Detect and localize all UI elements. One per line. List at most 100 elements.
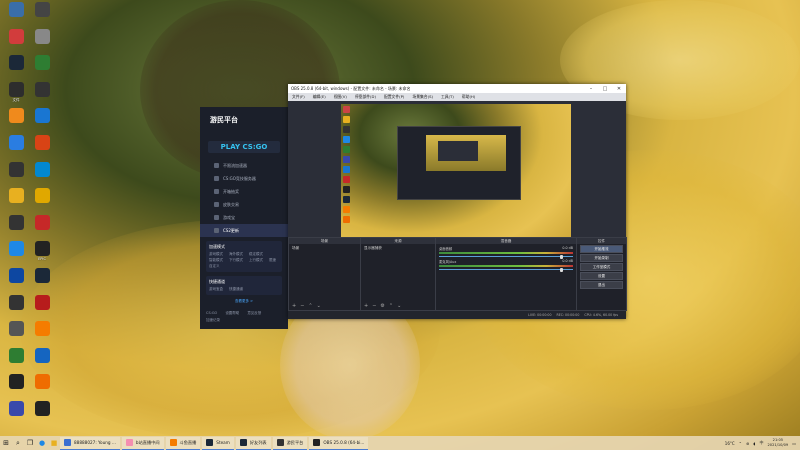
volume-icon[interactable]: ◖ xyxy=(753,441,755,446)
gear-icon[interactable]: ⚙ xyxy=(380,303,384,309)
search-icon[interactable]: ⌕ xyxy=(12,437,24,449)
card-item[interactable]: 游戏模式 xyxy=(209,252,223,257)
desktop-icon[interactable] xyxy=(4,401,28,429)
obs-menu-item[interactable]: 配置文件(P) xyxy=(380,94,408,100)
desktop-icon[interactable] xyxy=(4,108,28,136)
source-item[interactable]: 显示器捕获 xyxy=(364,246,432,251)
control-button[interactable]: 退出 xyxy=(580,281,623,289)
desktop-icon[interactable] xyxy=(30,81,54,110)
desktop-icon[interactable]: EPIC xyxy=(30,241,54,269)
volume-slider[interactable] xyxy=(439,267,573,272)
desktop-icon[interactable] xyxy=(4,161,28,190)
card-item[interactable]: 游戏宝盒 xyxy=(209,287,223,292)
control-button[interactable]: 开始录制 xyxy=(580,254,623,262)
desktop-icon[interactable] xyxy=(4,347,28,376)
control-button[interactable]: 设置 xyxy=(580,272,623,280)
desktop-icon[interactable] xyxy=(4,268,28,296)
taskbar-app-button[interactable]: 好友列表 xyxy=(235,436,271,450)
move-down-icon[interactable]: ⌄ xyxy=(397,303,401,309)
desktop-icon[interactable] xyxy=(30,55,54,83)
launcher-menu-item[interactable]: CS:GO竞技服务器 xyxy=(200,172,288,185)
move-up-icon[interactable]: ⌃ xyxy=(389,303,393,309)
desktop-icon[interactable] xyxy=(30,401,54,429)
move-up-icon[interactable]: ⌃ xyxy=(308,303,312,309)
control-button[interactable]: 工作室模式 xyxy=(580,263,623,271)
network-icon[interactable]: ⊛ xyxy=(746,441,749,446)
remove-scene-icon[interactable]: − xyxy=(300,303,304,309)
desktop-icon[interactable] xyxy=(30,188,54,216)
taskbar-app-button[interactable]: 游民平台 xyxy=(272,436,308,450)
obs-menu-item[interactable]: 停靠部件(D) xyxy=(351,94,380,100)
taskbar-app-button[interactable]: 斗鱼直播 xyxy=(165,436,201,450)
obs-preview[interactable] xyxy=(341,104,571,254)
card-item[interactable]: 稳定模式 xyxy=(249,252,263,257)
obs-titlebar[interactable]: OBS 25.0.8 (64-bit, windows) - 配置文件: 未命名… xyxy=(288,84,626,93)
desktop-icon[interactable] xyxy=(4,135,28,163)
desktop-icon[interactable] xyxy=(30,214,54,243)
desktop-icon[interactable] xyxy=(4,321,28,349)
launcher-menu-item[interactable]: 开箱抽奖 xyxy=(200,185,288,198)
desktop-icon[interactable] xyxy=(4,28,28,57)
launcher-menu-item[interactable]: 皮肤交易 xyxy=(200,198,288,211)
launcher-menu-item[interactable]: 不限流加速器 xyxy=(200,159,288,172)
obs-menu-item[interactable]: 编辑(E) xyxy=(309,94,330,100)
move-down-icon[interactable]: ⌄ xyxy=(317,303,321,309)
chevron-up-icon[interactable]: ⌃ xyxy=(739,441,742,446)
add-source-icon[interactable]: + xyxy=(364,303,368,309)
volume-slider[interactable] xyxy=(439,254,573,259)
scene-item[interactable]: 场景 xyxy=(292,246,357,251)
close-icon[interactable]: ✕ xyxy=(612,86,626,92)
card-item[interactable]: 智能模式 xyxy=(209,258,223,263)
taskbar-app-button[interactable]: b站直播中间 xyxy=(121,436,164,450)
desktop-icon[interactable] xyxy=(30,28,54,57)
card-item[interactable]: 下行模式 xyxy=(229,258,243,263)
obs-menu-item[interactable]: 视图(V) xyxy=(330,94,351,100)
desktop-icon[interactable] xyxy=(30,268,54,296)
taskbar-app-button[interactable]: OBS 25.0.8 (64-bi... xyxy=(309,436,369,450)
desktop-icon[interactable] xyxy=(4,188,28,216)
remove-source-icon[interactable]: − xyxy=(372,303,376,309)
desktop-icon[interactable] xyxy=(4,2,28,30)
desktop-icon[interactable] xyxy=(30,2,54,30)
footer-link[interactable]: 意见反馈 xyxy=(247,311,261,316)
footer-link[interactable]: 加速记录 xyxy=(206,318,220,323)
desktop-icon[interactable] xyxy=(30,374,54,402)
obs-menu-item[interactable]: 文件(F) xyxy=(288,94,309,100)
desktop-icon[interactable] xyxy=(4,374,28,402)
footer-link[interactable]: 设置帮助 xyxy=(225,311,239,316)
desktop-icon[interactable] xyxy=(30,294,54,323)
desktop-icon[interactable] xyxy=(30,135,54,163)
more-link[interactable]: 查看更多 > xyxy=(200,299,288,304)
desktop-icon[interactable] xyxy=(4,214,28,243)
obs-menu-item[interactable]: 帮助(H) xyxy=(458,94,479,100)
card-item[interactable]: 上行模式 xyxy=(249,258,263,263)
obs-menu-item[interactable]: 工具(T) xyxy=(437,94,458,100)
desktop-icon[interactable] xyxy=(4,294,28,323)
minimize-icon[interactable]: – xyxy=(584,86,598,92)
play-csgo-button[interactable]: PLAY CS:GO xyxy=(208,141,280,153)
taskbar-app-button[interactable]: Steam xyxy=(202,436,234,450)
card-item[interactable]: 限速 xyxy=(269,258,276,263)
card-item[interactable]: 自定义 xyxy=(209,264,220,269)
launcher-menu-item[interactable]: CS2更新 xyxy=(200,224,288,237)
task-view-icon[interactable]: ❐ xyxy=(24,437,36,449)
launcher-menu-item[interactable]: 游戏宝 xyxy=(200,211,288,224)
notification-icon[interactable]: ▭ xyxy=(792,441,796,446)
control-button[interactable]: 开始推流 xyxy=(580,245,623,253)
weather-text[interactable]: 16°C xyxy=(725,441,735,446)
maximize-icon[interactable]: □ xyxy=(598,86,612,92)
folder-icon[interactable]: ■ xyxy=(48,437,60,449)
desktop-icon[interactable] xyxy=(4,55,28,83)
desktop-icon[interactable] xyxy=(30,347,54,376)
desktop-icon[interactable] xyxy=(30,108,54,136)
windows-start-icon[interactable]: ⊞ xyxy=(0,437,12,449)
card-item[interactable]: 海外模式 xyxy=(229,252,243,257)
desktop-icon[interactable] xyxy=(4,241,28,269)
desktop-icon[interactable] xyxy=(30,321,54,349)
add-scene-icon[interactable]: + xyxy=(292,303,296,309)
taskbar-app-button[interactable]: 88888027: Young ... xyxy=(60,436,120,450)
edge-icon[interactable]: ● xyxy=(36,437,48,449)
desktop-icon[interactable]: 文件 xyxy=(4,81,28,110)
card-item[interactable]: 快捷通道 xyxy=(229,287,243,292)
desktop-icon[interactable] xyxy=(30,161,54,190)
